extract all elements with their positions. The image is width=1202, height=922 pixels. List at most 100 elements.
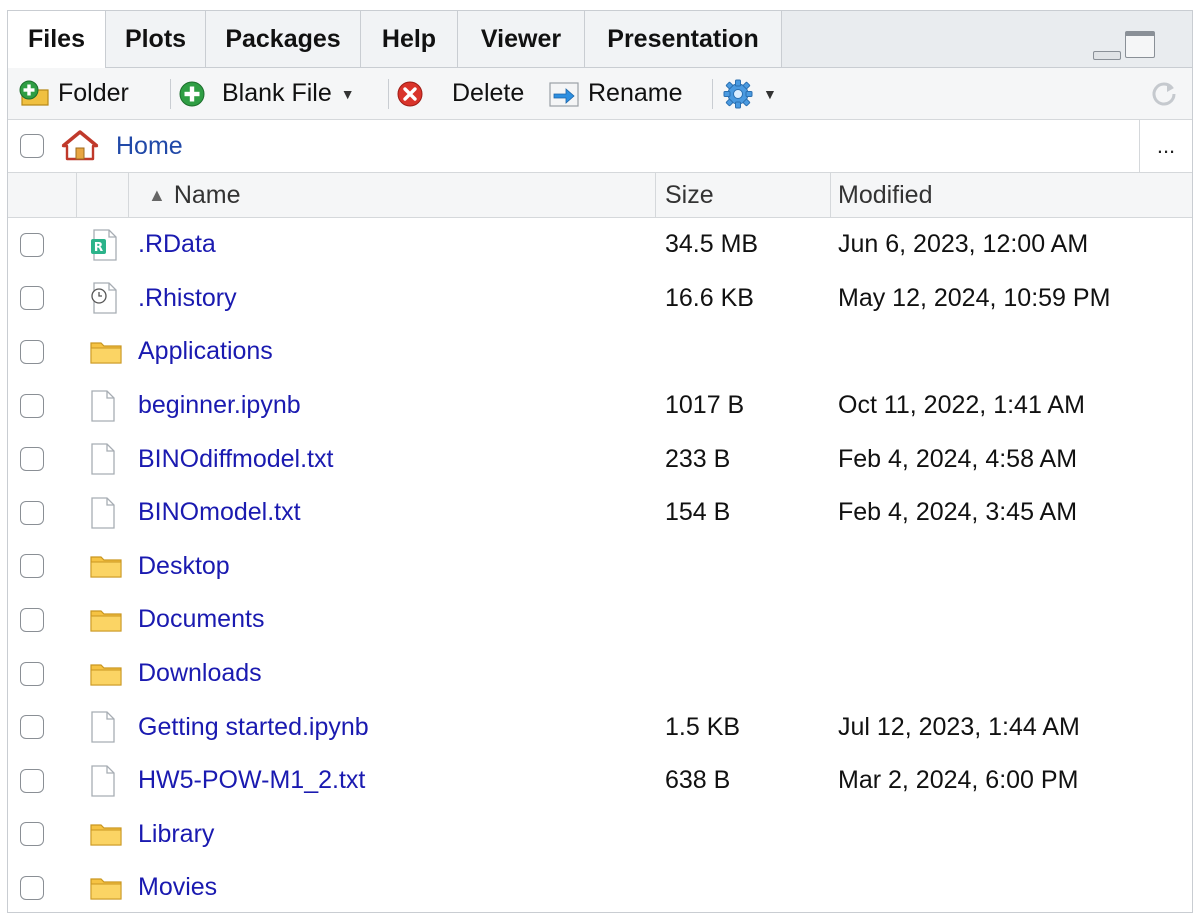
row-checkbox[interactable]	[20, 875, 44, 900]
tab-plots[interactable]: Plots	[106, 11, 206, 67]
tab-files[interactable]: Files	[8, 11, 106, 68]
rename-label: Rename	[588, 79, 683, 107]
row-checkbox[interactable]	[20, 447, 44, 472]
sort-ascending-icon: ▲	[148, 184, 166, 205]
chevron-down-icon: ▼	[340, 85, 355, 102]
files-toolbar: Folder Blank File ▼ Delete Rename ▼	[8, 68, 1192, 120]
rename-button[interactable]: Rename	[544, 68, 683, 119]
file-row[interactable]: beginner.ipynb 1017 B Oct 11, 2022, 1:41 A…	[8, 379, 1192, 433]
modified-column-header[interactable]: Modified	[838, 173, 933, 217]
delete-button[interactable]: Delete	[396, 68, 524, 119]
more-options-button[interactable]: ▼	[722, 68, 777, 119]
file-row[interactable]: Movies	[8, 861, 1192, 912]
row-checkbox[interactable]	[20, 768, 44, 793]
row-checkbox[interactable]	[20, 286, 44, 311]
file-size: 233 B	[665, 444, 731, 473]
row-checkbox[interactable]	[20, 554, 44, 579]
file-name-link[interactable]: Library	[138, 808, 214, 862]
file-name-link[interactable]: Movies	[138, 861, 217, 912]
file-name-link[interactable]: HW5-POW-M1_2.txt	[138, 754, 365, 808]
new-blank-file-label: Blank File	[222, 79, 332, 107]
folder-icon	[89, 593, 123, 647]
file-name-link[interactable]: Desktop	[138, 540, 230, 594]
folder-icon	[89, 540, 123, 594]
new-folder-button[interactable]: Folder	[18, 68, 129, 119]
files-pane: Files Plots Packages Help Viewer Present…	[7, 10, 1193, 913]
breadcrumb: Home ...	[8, 120, 1192, 173]
tab-presentation[interactable]: Presentation	[585, 11, 782, 67]
file-row[interactable]: BINOmodel.txt 154 B Feb 4, 2024, 3:45 AM	[8, 486, 1192, 540]
chevron-down-icon: ▼	[763, 85, 777, 102]
row-checkbox[interactable]	[20, 822, 44, 847]
file-name-link[interactable]: Documents	[138, 593, 264, 647]
svg-text:R: R	[94, 240, 103, 254]
file-name-link[interactable]: .Rhistory	[138, 272, 237, 326]
refresh-icon[interactable]	[1150, 79, 1178, 107]
file-row[interactable]: Downloads	[8, 647, 1192, 701]
row-checkbox[interactable]	[20, 232, 44, 257]
file-name-link[interactable]: BINOmodel.txt	[138, 486, 301, 540]
history-file-icon	[89, 272, 119, 326]
row-checkbox[interactable]	[20, 715, 44, 740]
column-divider	[76, 173, 77, 217]
select-all-checkbox[interactable]	[20, 134, 44, 158]
file-row[interactable]: R .RData 34.5 MB Jun 6, 2023, 12:00 AM	[8, 218, 1192, 272]
file-row[interactable]: Getting started.ipynb 1.5 KB Jul 12, 2023,…	[8, 700, 1192, 754]
file-list: R .RData 34.5 MB Jun 6, 2023, 12:00 AM .Rhis…	[8, 218, 1192, 912]
name-column-header[interactable]: ▲ Name	[148, 173, 241, 217]
file-size: 1017 B	[665, 391, 745, 420]
file-modified: Jul 12, 2023, 1:44 AM	[838, 712, 1080, 741]
file-name-link[interactable]: Downloads	[138, 647, 262, 701]
file-name-link[interactable]: BINOdiffmodel.txt	[138, 432, 333, 486]
add-file-icon	[179, 81, 205, 106]
file-size: 34.5 MB	[665, 230, 759, 259]
file-row[interactable]: BINOdiffmodel.txt 233 B Feb 4, 2024, 4:58 …	[8, 432, 1192, 486]
file-row[interactable]: HW5-POW-M1_2.txt 638 B Mar 2, 2024, 6:00 P…	[8, 754, 1192, 808]
home-link[interactable]: Home	[116, 132, 183, 161]
toolbar-divider	[170, 79, 171, 109]
new-folder-icon	[19, 80, 49, 106]
folder-icon	[89, 647, 123, 701]
size-column-header[interactable]: Size	[665, 173, 714, 217]
file-icon	[89, 700, 117, 754]
file-row[interactable]: .Rhistory 16.6 KB May 12, 2024, 10:59 PM	[8, 272, 1192, 326]
file-row[interactable]: Desktop	[8, 540, 1192, 594]
file-icon	[89, 379, 117, 433]
rdata-file-icon: R	[89, 218, 119, 272]
tab-help[interactable]: Help	[361, 11, 458, 67]
file-table-header: ▲ Name Size Modified	[8, 173, 1192, 218]
delete-label: Delete	[452, 79, 525, 107]
file-size: 154 B	[665, 498, 731, 527]
row-checkbox[interactable]	[20, 339, 44, 364]
row-checkbox[interactable]	[20, 393, 44, 418]
home-icon[interactable]	[60, 129, 100, 161]
toolbar-divider	[712, 79, 713, 109]
file-name-link[interactable]: Applications	[138, 325, 273, 379]
new-blank-file-button[interactable]: Blank File ▼	[178, 68, 355, 119]
file-modified: Oct 11, 2022, 1:41 AM	[838, 391, 1085, 420]
file-size: 1.5 KB	[665, 712, 741, 741]
column-divider	[830, 173, 831, 217]
file-modified: Feb 4, 2024, 3:45 AM	[838, 498, 1078, 527]
delete-icon	[397, 81, 423, 106]
minimize-pane-button[interactable]	[1093, 51, 1121, 60]
file-modified: Mar 2, 2024, 6:00 PM	[838, 766, 1079, 795]
file-row[interactable]: Library	[8, 808, 1192, 862]
file-modified: May 12, 2024, 10:59 PM	[838, 283, 1111, 312]
folder-icon	[89, 325, 123, 379]
file-name-link[interactable]: Getting started.ipynb	[138, 700, 369, 754]
row-checkbox[interactable]	[20, 607, 44, 632]
new-folder-label: Folder	[58, 79, 129, 107]
row-checkbox[interactable]	[20, 500, 44, 525]
file-row[interactable]: Documents	[8, 593, 1192, 647]
tab-packages[interactable]: Packages	[206, 11, 361, 67]
maximize-pane-button[interactable]	[1125, 31, 1155, 58]
more-path-button[interactable]: ...	[1139, 120, 1192, 172]
file-row[interactable]: Applications	[8, 325, 1192, 379]
file-size: 638 B	[665, 766, 731, 795]
folder-icon	[89, 808, 123, 862]
file-name-link[interactable]: beginner.ipynb	[138, 379, 301, 433]
tab-viewer[interactable]: Viewer	[458, 11, 585, 67]
row-checkbox[interactable]	[20, 661, 44, 686]
file-name-link[interactable]: .RData	[138, 218, 216, 272]
